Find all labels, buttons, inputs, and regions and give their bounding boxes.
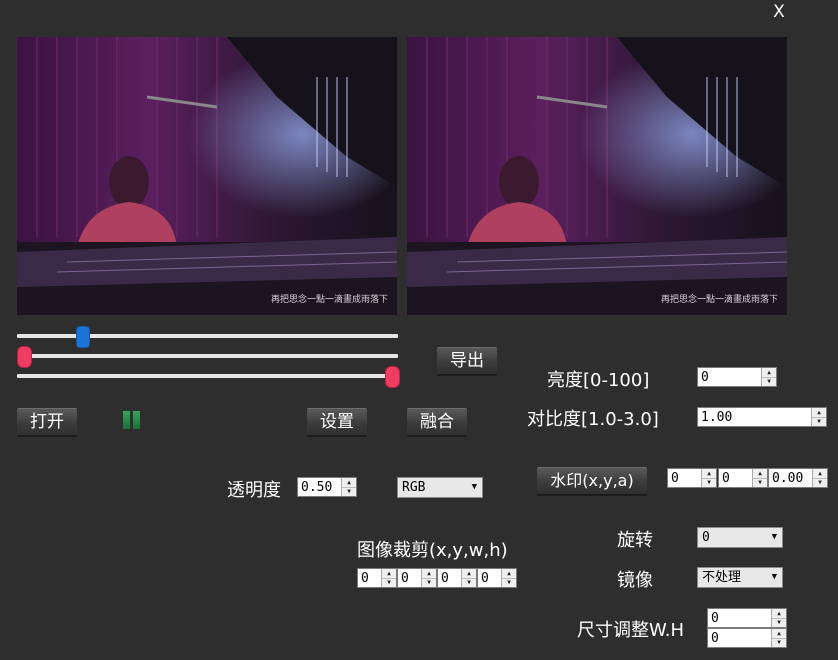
chevron-down-icon: ▼ [771,572,777,582]
rotate-dropdown[interactable]: 0 ▼ [697,527,783,548]
range-start-slider-thumb[interactable] [17,346,32,368]
contrast-value: 1.00 [701,410,733,425]
transparency-label: 透明度 [227,480,281,501]
processed-video-preview: 再把思念一點一滴畫成雨落下 [407,37,787,315]
video-frame-image [407,37,787,315]
crop-w-value: 0 [441,571,449,586]
brightness-value: 0 [701,370,709,385]
transparency-value: 0.50 [301,480,333,495]
crop-h-value: 0 [481,571,489,586]
spin-arrows-icon[interactable]: ▲ ▼ [771,629,786,647]
merge-button[interactable]: 融合 [407,408,467,437]
spin-arrows-icon[interactable]: ▲ ▼ [421,569,436,587]
playback-position-slider-thumb[interactable] [76,326,91,348]
watermark-alpha-value: 0.00 [772,471,804,486]
spin-arrows-icon[interactable]: ▲ ▼ [761,368,776,386]
brightness-spinbox[interactable]: 0 ▲ ▼ [697,367,777,387]
spin-arrows-icon[interactable]: ▲ ▼ [341,478,356,496]
watermark-button[interactable]: 水印(x,y,a) [537,467,647,496]
resize-height-spinbox[interactable]: 0 ▲ ▼ [707,628,787,648]
crop-label: 图像裁剪(x,y,w,h) [357,540,508,561]
resize-width-value: 0 [711,611,719,626]
playback-position-slider-track[interactable] [17,334,398,338]
spin-arrows-icon[interactable]: ▲ ▼ [381,569,396,587]
crop-x-value: 0 [361,571,369,586]
resize-label: 尺寸调整W.H [577,620,684,641]
chevron-down-icon: ▼ [771,532,777,542]
watermark-x-value: 0 [671,471,679,486]
watermark-x-spinbox[interactable]: 0 ▲ ▼ [667,468,717,488]
video-subtitle: 再把思念一點一滴畫成雨落下 [660,295,778,305]
pause-icon[interactable] [123,411,141,429]
transparency-spinbox[interactable]: 0.50 ▲ ▼ [297,477,357,497]
spin-arrows-icon[interactable]: ▲ ▼ [812,469,827,487]
range-end-slider-track[interactable] [17,374,398,378]
resize-height-value: 0 [711,631,719,646]
watermark-y-spinbox[interactable]: 0 ▲ ▼ [718,468,768,488]
range-start-slider-track[interactable] [17,354,398,358]
crop-w-spinbox[interactable]: 0 ▲ ▼ [437,568,477,588]
close-button[interactable]: X [770,2,788,22]
video-frame-image [17,37,397,315]
spin-arrows-icon[interactable]: ▲ ▼ [752,469,767,487]
open-button[interactable]: 打开 [17,408,77,437]
mirror-dropdown[interactable]: 不处理 ▼ [697,567,783,588]
spin-arrows-icon[interactable]: ▲ ▼ [461,569,476,587]
resize-width-spinbox[interactable]: 0 ▲ ▼ [707,608,787,628]
settings-button[interactable]: 设置 [307,408,367,437]
spin-arrows-icon[interactable]: ▲ ▼ [501,569,516,587]
spin-arrows-icon[interactable]: ▲ ▼ [701,469,716,487]
mirror-label: 镜像 [617,570,653,591]
video-subtitle: 再把思念一點一滴畫成雨落下 [270,295,388,305]
watermark-alpha-spinbox[interactable]: 0.00 ▲ ▼ [768,468,828,488]
crop-h-spinbox[interactable]: 0 ▲ ▼ [477,568,517,588]
source-video-preview: 再把思念一點一滴畫成雨落下 [17,37,397,315]
chevron-down-icon: ▼ [471,482,477,492]
watermark-y-value: 0 [722,471,730,486]
spin-arrows-icon[interactable]: ▲ ▼ [811,408,826,426]
range-end-slider-thumb[interactable] [385,366,400,388]
color-mode-dropdown[interactable]: RGB ▼ [397,477,483,498]
crop-y-spinbox[interactable]: 0 ▲ ▼ [397,568,437,588]
crop-y-value: 0 [401,571,409,586]
contrast-label: 对比度[1.0-3.0] [527,409,659,430]
export-button[interactable]: 导出 [437,347,497,376]
contrast-spinbox[interactable]: 1.00 ▲ ▼ [697,407,827,427]
rotate-value: 0 [702,530,710,545]
brightness-label: 亮度[0-100] [547,370,650,391]
mirror-value: 不处理 [702,570,742,585]
crop-x-spinbox[interactable]: 0 ▲ ▼ [357,568,397,588]
spin-arrows-icon[interactable]: ▲ ▼ [771,609,786,627]
color-mode-value: RGB [402,480,426,495]
rotate-label: 旋转 [617,530,653,551]
